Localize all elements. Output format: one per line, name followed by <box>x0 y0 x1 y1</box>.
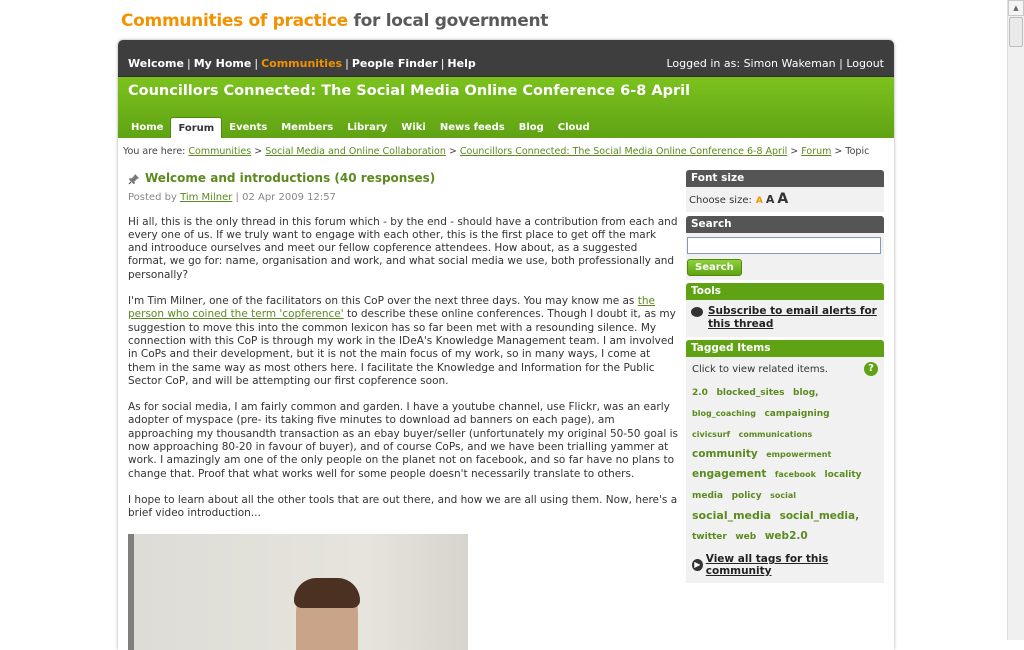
logo-rest: for local government <box>353 11 549 31</box>
nav-welcome[interactable]: Welcome <box>128 57 184 70</box>
video-player[interactable] <box>128 533 468 650</box>
search-panel: Search <box>686 233 884 280</box>
post-paragraph: As for social media, I am fairly common … <box>128 401 678 480</box>
tag-link[interactable]: communications <box>739 430 813 439</box>
tag-link[interactable]: twitter <box>692 532 727 542</box>
subscribe-link[interactable]: Subscribe to email alerts for this threa… <box>708 305 881 331</box>
tab-wiki[interactable]: Wiki <box>394 117 433 138</box>
breadcrumb-separator: > <box>790 146 799 157</box>
nav-help[interactable]: Help <box>447 57 475 70</box>
main-frame: Welcome | My Home | Communities | People… <box>118 40 894 650</box>
tag-link[interactable]: policy <box>732 491 762 501</box>
breadcrumb: You are here: Communities > Social Media… <box>123 146 869 157</box>
post-title: Welcome and introductions (40 responses) <box>128 171 678 185</box>
tag-link[interactable]: locality <box>825 470 862 480</box>
tools-header: Tools <box>686 283 884 300</box>
help-icon[interactable]: ? <box>864 362 878 376</box>
tag-link[interactable]: web <box>735 532 756 542</box>
search-button[interactable]: Search <box>687 259 742 276</box>
tag-link[interactable]: blog_coaching <box>692 409 756 418</box>
tag-link[interactable]: facebook <box>775 470 816 479</box>
tag-link[interactable]: social_media, <box>780 510 859 522</box>
video-person-hair <box>294 577 360 608</box>
post-content: Welcome and introductions (40 responses)… <box>128 171 678 650</box>
breadcrumb-link-social-media[interactable]: Social Media and Online Collaboration <box>265 146 446 157</box>
post-meta: Posted by Tim Milner | 02 Apr 2009 12:57 <box>128 191 678 204</box>
nav-separator: | <box>440 56 445 70</box>
pin-icon <box>128 173 139 185</box>
search-input[interactable] <box>687 237 881 254</box>
font-size-small-button[interactable]: A <box>756 196 763 206</box>
community-banner: Councillors Connected: The Social Media … <box>118 77 894 138</box>
author-link[interactable]: Tim Milner <box>180 192 232 203</box>
tag-link[interactable]: engagement <box>692 468 766 480</box>
breadcrumb-separator: > <box>448 146 457 157</box>
tag-link[interactable]: blog, <box>793 388 819 398</box>
logout-link[interactable]: Logout <box>846 57 884 70</box>
tab-members[interactable]: Members <box>274 117 340 138</box>
tag-hint-text: Click to view related items. <box>692 363 828 375</box>
post-paragraph: I hope to learn about all the other tool… <box>128 493 678 520</box>
breadcrumb-link-forum[interactable]: Forum <box>801 146 831 157</box>
nav-separator: | <box>254 56 259 70</box>
arrow-right-icon: ▶ <box>692 559 703 571</box>
font-size-large-button[interactable]: A <box>777 191 788 207</box>
scroll-up-arrow-icon[interactable]: ▲ <box>1008 0 1024 16</box>
tools-panel: Subscribe to email alerts for this threa… <box>686 300 884 337</box>
tab-forum[interactable]: Forum <box>170 117 223 138</box>
tag-link[interactable]: media <box>692 491 723 501</box>
breadcrumb-link-community[interactable]: Councillors Connected: The Social Media … <box>460 146 787 157</box>
post-title-text: Welcome and introductions (40 responses) <box>145 171 436 185</box>
choose-size-label: Choose size: <box>689 195 752 206</box>
scroll-thumb[interactable] <box>1009 17 1023 47</box>
tab-home[interactable]: Home <box>124 117 170 138</box>
breadcrumb-current: Topic <box>845 146 870 157</box>
sidebar: Font size Choose size: A A A Search Sear… <box>686 170 884 583</box>
tag-link[interactable]: 2.0 <box>692 388 708 398</box>
page-scrollbar[interactable]: ▲ <box>1007 0 1024 640</box>
posted-by-label: Posted by <box>128 192 177 204</box>
search-header: Search <box>686 216 884 233</box>
community-tabs: Home Forum Events Members Library Wiki N… <box>124 117 597 138</box>
tab-blog[interactable]: Blog <box>512 117 551 138</box>
nav-my-home[interactable]: My Home <box>194 57 252 70</box>
nav-separator: | <box>186 56 191 70</box>
tab-cloud[interactable]: Cloud <box>551 117 597 138</box>
tab-news-feeds[interactable]: News feeds <box>433 117 512 138</box>
tab-library[interactable]: Library <box>340 117 394 138</box>
top-navigation: Welcome | My Home | Communities | People… <box>118 40 894 77</box>
nav-separator: | <box>345 56 349 70</box>
logo-highlight: Communities of practice <box>121 11 348 31</box>
font-size-medium-button[interactable]: A <box>766 193 775 206</box>
breadcrumb-separator: > <box>834 146 843 157</box>
community-title: Councillors Connected: The Social Media … <box>128 83 691 99</box>
tag-link[interactable]: social_media <box>692 509 771 522</box>
tag-link[interactable]: community <box>692 448 758 460</box>
nav-people-finder[interactable]: People Finder <box>352 57 438 70</box>
tab-events[interactable]: Events <box>222 117 274 138</box>
tagged-items-panel: Click to view related items. ? 2.0 block… <box>686 357 884 583</box>
tag-link[interactable]: campaigning <box>764 409 829 419</box>
tagged-items-header: Tagged Items <box>686 340 884 357</box>
email-alert-icon <box>691 307 703 317</box>
tag-link[interactable]: blocked_sites <box>716 388 784 398</box>
tag-cloud: 2.0 blocked_sites blog, blog_coaching ca… <box>689 380 881 549</box>
post-paragraph: I'm Tim Milner, one of the facilitators … <box>128 295 678 388</box>
breadcrumb-link-communities[interactable]: Communities <box>188 146 251 157</box>
logged-in-text: Logged in as: Simon Wakeman <box>666 56 836 70</box>
view-all-tags-link[interactable]: View all tags for this community <box>706 553 878 577</box>
font-size-panel: Choose size: A A A <box>686 187 884 212</box>
breadcrumb-prefix: You are here: <box>123 146 186 157</box>
site-logo[interactable]: Communities of practice for local govern… <box>121 11 548 31</box>
font-size-header: Font size <box>686 170 884 187</box>
tag-link[interactable]: empowerment <box>766 450 831 459</box>
paragraph-text: I'm Tim Milner, one of the facilitators … <box>128 295 638 308</box>
post-paragraph: Hi all, this is the only thread in this … <box>128 215 678 281</box>
post-date: | 02 Apr 2009 12:57 <box>235 192 336 204</box>
nav-communities[interactable]: Communities <box>261 57 342 70</box>
tag-link[interactable]: civicsurf <box>692 430 730 439</box>
tag-link[interactable]: social <box>770 491 796 500</box>
breadcrumb-separator: > <box>254 146 263 157</box>
tag-link[interactable]: web2.0 <box>765 530 808 542</box>
